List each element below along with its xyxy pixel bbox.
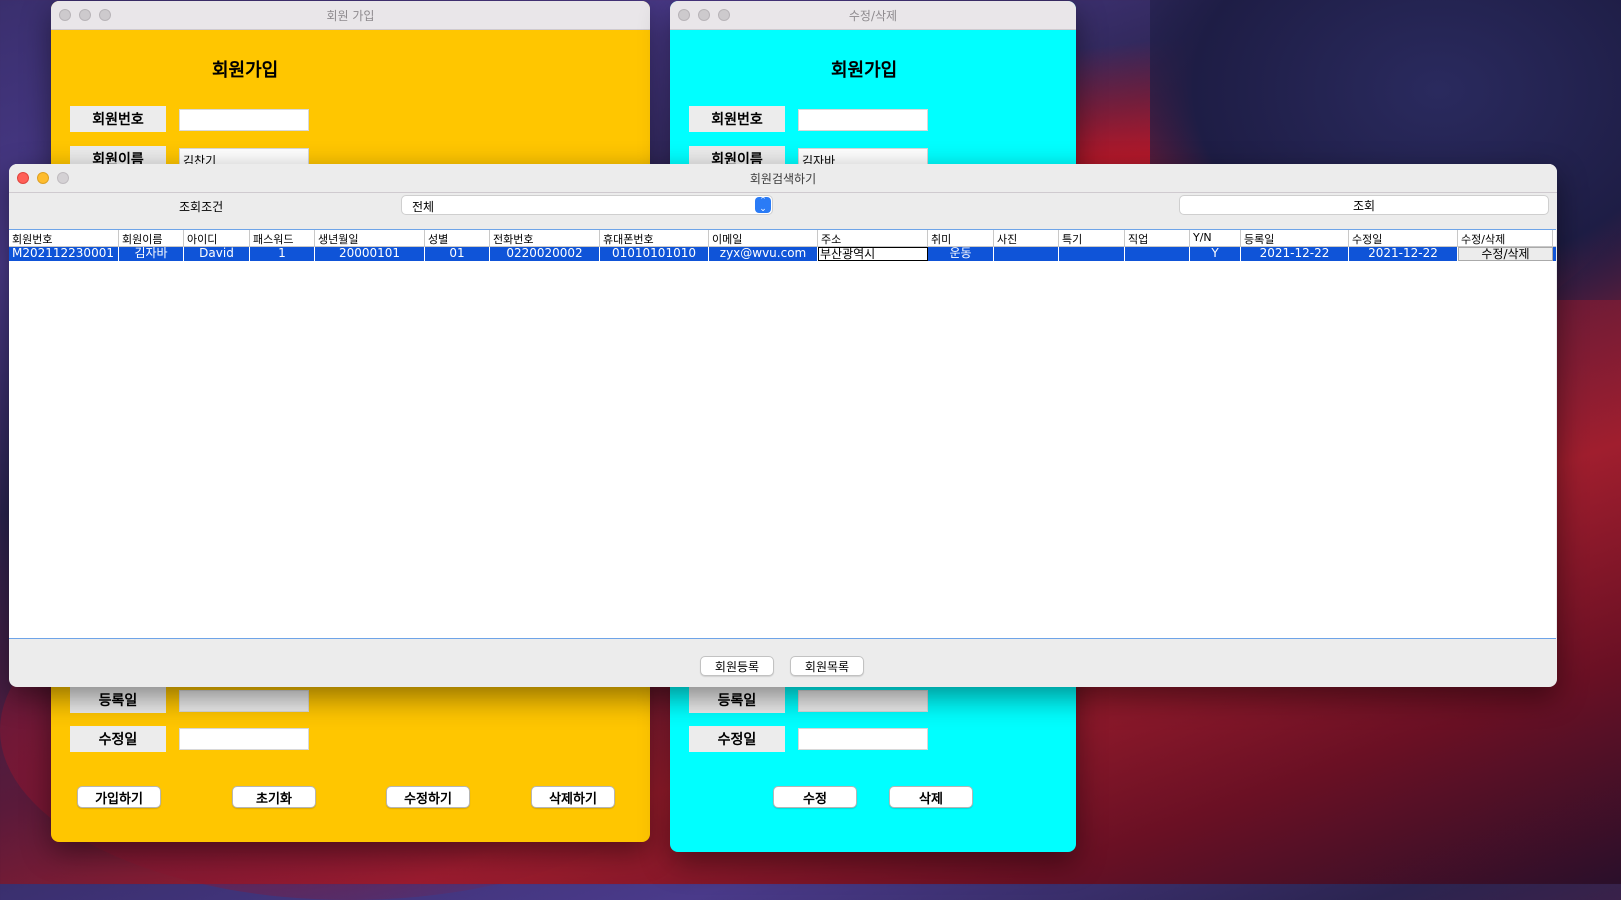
- table-cell-editor[interactable]: 부산광역시: [818, 247, 928, 261]
- column-header[interactable]: 패스워드: [250, 230, 315, 246]
- edit-window-titlebar[interactable]: 수정/삭제: [670, 1, 1076, 30]
- column-header[interactable]: Y/N: [1190, 230, 1241, 246]
- edit-button[interactable]: 수정: [773, 786, 857, 808]
- table-cell: 김자바: [119, 247, 184, 261]
- join-window-titlebar[interactable]: 회원 가입: [51, 1, 650, 30]
- mod-date-label: 수정일: [689, 726, 785, 752]
- member-no-label: 회원번호: [70, 106, 166, 132]
- table-cell: 0220020002: [490, 247, 600, 261]
- column-header[interactable]: 사진: [994, 230, 1059, 246]
- table-row[interactable]: M202112230001 김자바 David 1 20000101 01 02200200…: [9, 247, 1556, 261]
- member-no-field[interactable]: [179, 109, 309, 131]
- condition-label: 조회조건: [179, 200, 224, 214]
- table-cell: M202112230001: [9, 247, 119, 261]
- mod-date-field[interactable]: [798, 728, 928, 750]
- column-header[interactable]: 휴대폰번호: [600, 230, 709, 246]
- table-cell: [1125, 247, 1190, 261]
- minimize-icon[interactable]: [698, 9, 710, 21]
- table-cell: 2021-12-22: [1241, 247, 1349, 261]
- delete-button[interactable]: 삭제: [889, 786, 973, 808]
- query-button[interactable]: 조회: [1179, 195, 1549, 215]
- table-header: 회원번호 회원이름 아이디 패스워드 생년월일 성별 전화번호 휴대폰번호 이메일 주소 취미 사진 특…: [9, 230, 1556, 247]
- column-header[interactable]: 주소: [818, 230, 928, 246]
- register-button[interactable]: 회원등록: [700, 656, 774, 676]
- table-cell: Y: [1190, 247, 1241, 261]
- table-cell: [994, 247, 1059, 261]
- row-edit-delete-button[interactable]: 수정/삭제: [1458, 247, 1553, 261]
- reg-date-field: [179, 690, 309, 712]
- zoom-icon[interactable]: [718, 9, 730, 21]
- table-cell: 1: [250, 247, 315, 261]
- column-header[interactable]: 이메일: [709, 230, 818, 246]
- reg-date-label: 등록일: [689, 687, 785, 713]
- close-icon[interactable]: [17, 172, 29, 184]
- table-cell: 20000101: [315, 247, 425, 261]
- table-cell: 01: [425, 247, 490, 261]
- reg-date-field: [798, 690, 928, 712]
- window-title: 수정/삭제: [848, 8, 898, 23]
- mod-date-field[interactable]: [179, 728, 309, 750]
- column-header[interactable]: 아이디: [184, 230, 250, 246]
- member-no-field[interactable]: [798, 109, 928, 131]
- window-title: 회원검색하기: [749, 171, 817, 186]
- mod-date-label: 수정일: [70, 726, 166, 752]
- search-window: 회원검색하기 조회조건 전체 ⌃ ⌄ 조회 회원번호 회원이름 아이디 패스워드 생년월일…: [9, 164, 1557, 687]
- condition-select[interactable]: 전체 ⌃ ⌄: [401, 195, 773, 215]
- column-header[interactable]: 성별: [425, 230, 490, 246]
- table-cell: 2021-12-22: [1349, 247, 1458, 261]
- column-header[interactable]: 생년월일: [315, 230, 425, 246]
- column-header[interactable]: 직업: [1125, 230, 1190, 246]
- form-heading: 회원가입: [831, 60, 898, 81]
- minimize-icon[interactable]: [79, 9, 91, 21]
- column-header[interactable]: 특기: [1059, 230, 1125, 246]
- zoom-icon[interactable]: [57, 172, 69, 184]
- member-no-label: 회원번호: [689, 106, 785, 132]
- delete-button[interactable]: 삭제하기: [531, 786, 615, 808]
- column-header[interactable]: 전화번호: [490, 230, 600, 246]
- reg-date-label: 등록일: [70, 687, 166, 713]
- window-title: 회원 가입: [326, 8, 375, 23]
- condition-value: 전체: [412, 200, 435, 214]
- search-window-titlebar[interactable]: 회원검색하기: [9, 164, 1557, 193]
- member-table[interactable]: 회원번호 회원이름 아이디 패스워드 생년월일 성별 전화번호 휴대폰번호 이메일 주소 취미 사진 특…: [9, 229, 1556, 639]
- minimize-icon[interactable]: [37, 172, 49, 184]
- column-header[interactable]: 수정일: [1349, 230, 1458, 246]
- reset-button[interactable]: 초기화: [232, 786, 316, 808]
- chevron-updown-icon: ⌃ ⌄: [755, 197, 771, 214]
- column-header[interactable]: 회원번호: [9, 230, 119, 246]
- edit-button[interactable]: 수정하기: [386, 786, 470, 808]
- table-cell: [1059, 247, 1125, 261]
- join-button[interactable]: 가입하기: [77, 786, 161, 808]
- table-cell: David: [184, 247, 250, 261]
- list-button[interactable]: 회원목록: [790, 656, 864, 676]
- column-header[interactable]: 수정/삭제: [1458, 230, 1553, 246]
- close-icon[interactable]: [59, 9, 71, 21]
- column-header[interactable]: 취미: [928, 230, 994, 246]
- form-heading: 회원가입: [212, 60, 279, 81]
- table-cell: 운동: [928, 247, 994, 261]
- table-cell: zyx@wvu.com: [709, 247, 818, 261]
- close-icon[interactable]: [678, 9, 690, 21]
- search-toolbar: 조회조건 전체 ⌃ ⌄ 조회: [9, 193, 1557, 229]
- table-cell: 01010101010: [600, 247, 709, 261]
- zoom-icon[interactable]: [99, 9, 111, 21]
- column-header[interactable]: 등록일: [1241, 230, 1349, 246]
- column-header[interactable]: 회원이름: [119, 230, 184, 246]
